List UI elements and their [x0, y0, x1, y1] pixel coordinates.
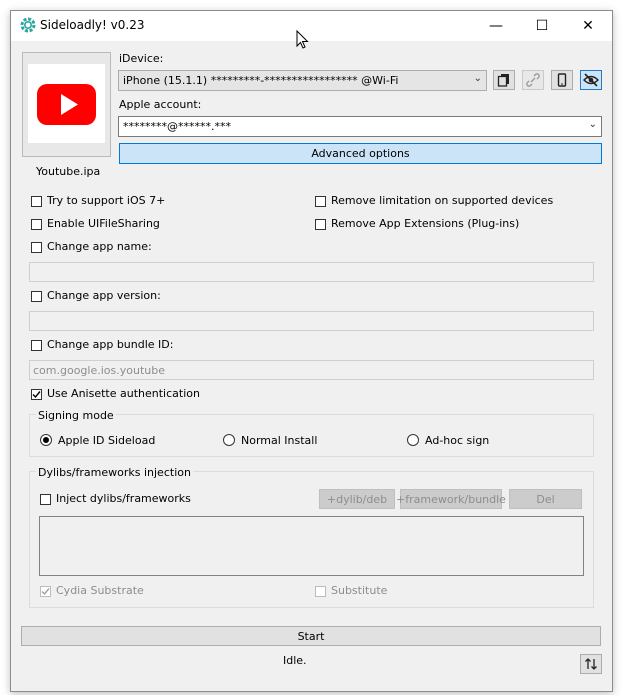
inject-dylibs-checkbox[interactable] — [40, 494, 51, 505]
minimize-icon: — — [489, 18, 503, 34]
change-name-checkbox[interactable] — [31, 242, 42, 253]
idevice-select[interactable]: iPhone (15.1.1) *********-**************… — [118, 70, 487, 91]
idevice-label: iDevice: — [119, 52, 164, 65]
close-icon: ✕ — [582, 18, 594, 34]
inject-dylibs-label: Inject dylibs/frameworks — [56, 492, 191, 505]
delete-label: Del — [536, 492, 555, 506]
try-ios7-checkbox[interactable] — [31, 196, 42, 207]
anisette-checkbox[interactable] — [31, 389, 42, 400]
unlink-button[interactable] — [522, 70, 544, 90]
unlink-icon — [526, 73, 540, 87]
swap-vertical-icon — [585, 658, 597, 670]
add-dylib-label: +dylib/deb — [326, 492, 388, 506]
try-ios7-label: Try to support iOS 7+ — [47, 194, 166, 207]
apple-account-select[interactable]: ********@******.*** ⌄ — [118, 116, 602, 137]
title-bar: Sideloadly! v0.23 — ☐ ✕ — [11, 11, 612, 41]
sort-button[interactable] — [580, 654, 602, 674]
idevice-value: iPhone (15.1.1) *********-**************… — [123, 74, 399, 87]
apple-account-label: Apple account: — [119, 98, 202, 111]
remove-limitation-label: Remove limitation on supported devices — [331, 194, 554, 207]
file-sharing-checkbox[interactable] — [31, 219, 42, 230]
app-gear-icon — [20, 17, 36, 33]
remove-extensions-checkbox[interactable] — [315, 219, 326, 230]
change-bundle-label: Change app bundle ID: — [47, 338, 174, 351]
chevron-down-icon: ⌄ — [588, 119, 597, 130]
add-framework-button[interactable]: +framework/bundle — [396, 489, 506, 509]
checkmark-icon — [41, 588, 50, 596]
youtube-logo-icon — [28, 64, 105, 143]
dylibs-title: Dylibs/frameworks injection — [36, 466, 193, 479]
device-button[interactable] — [551, 70, 573, 90]
start-button[interactable]: Start — [21, 626, 601, 646]
bundle-id-field[interactable]: com.google.ios.youtube — [29, 360, 594, 380]
delete-dylib-button[interactable]: Del — [509, 489, 582, 509]
change-version-checkbox[interactable] — [31, 291, 42, 302]
minimize-button[interactable]: — — [473, 11, 519, 41]
change-name-label: Change app name: — [47, 240, 152, 253]
ipa-drop-area[interactable] — [22, 52, 111, 157]
anisette-label: Use Anisette authentication — [47, 387, 200, 400]
maximize-button[interactable]: ☐ — [519, 11, 565, 41]
bundle-id-placeholder: com.google.ios.youtube — [33, 364, 165, 377]
phone-icon — [557, 73, 567, 87]
start-label: Start — [297, 629, 325, 643]
substitute-checkbox[interactable] — [315, 586, 326, 597]
close-button[interactable]: ✕ — [565, 11, 611, 41]
cydia-substrate-label: Cydia Substrate — [56, 584, 144, 597]
apple-id-sideload-label: Apple ID Sideload — [58, 434, 156, 447]
copy-icon — [497, 74, 509, 87]
dylibs-list[interactable] — [39, 516, 584, 576]
hide-icon — [583, 73, 599, 87]
advanced-options-label: Advanced options — [311, 147, 410, 160]
window-title: Sideloadly! v0.23 — [40, 18, 145, 32]
ipa-file-name: Youtube.ipa — [36, 165, 101, 178]
substitute-label: Substitute — [331, 584, 388, 597]
adhoc-sign-radio[interactable] — [407, 434, 419, 446]
status-text: Idle. — [283, 654, 307, 667]
advanced-options-button[interactable]: Advanced options — [119, 143, 602, 164]
normal-install-radio[interactable] — [223, 434, 235, 446]
remove-limitation-checkbox[interactable] — [315, 196, 326, 207]
cydia-substrate-checkbox[interactable] — [40, 586, 51, 597]
apple-account-value: ********@******.*** — [123, 120, 231, 133]
file-sharing-label: Enable UIFileSharing — [47, 217, 160, 230]
adhoc-sign-label: Ad-hoc sign — [425, 434, 490, 447]
change-bundle-checkbox[interactable] — [31, 340, 42, 351]
signing-mode-title: Signing mode — [36, 409, 116, 422]
checkmark-icon — [32, 391, 41, 399]
chevron-down-icon: ⌄ — [473, 73, 482, 84]
add-dylib-button[interactable]: +dylib/deb — [319, 489, 395, 509]
normal-install-label: Normal Install — [241, 434, 318, 447]
copy-button[interactable] — [493, 70, 515, 90]
app-version-field[interactable] — [29, 311, 594, 331]
maximize-icon: ☐ — [535, 18, 549, 34]
change-version-label: Change app version: — [47, 289, 161, 302]
app-name-field[interactable] — [29, 262, 594, 282]
hide-info-button[interactable] — [580, 70, 602, 90]
remove-extensions-label: Remove App Extensions (Plug-ins) — [331, 217, 520, 230]
mouse-cursor-icon — [296, 29, 310, 50]
sideloadly-window: Sideloadly! v0.23 — ☐ ✕ Youtube.ipa iDev… — [10, 10, 613, 692]
apple-id-sideload-radio[interactable] — [40, 434, 52, 446]
add-framework-label: +framework/bundle — [396, 492, 506, 506]
